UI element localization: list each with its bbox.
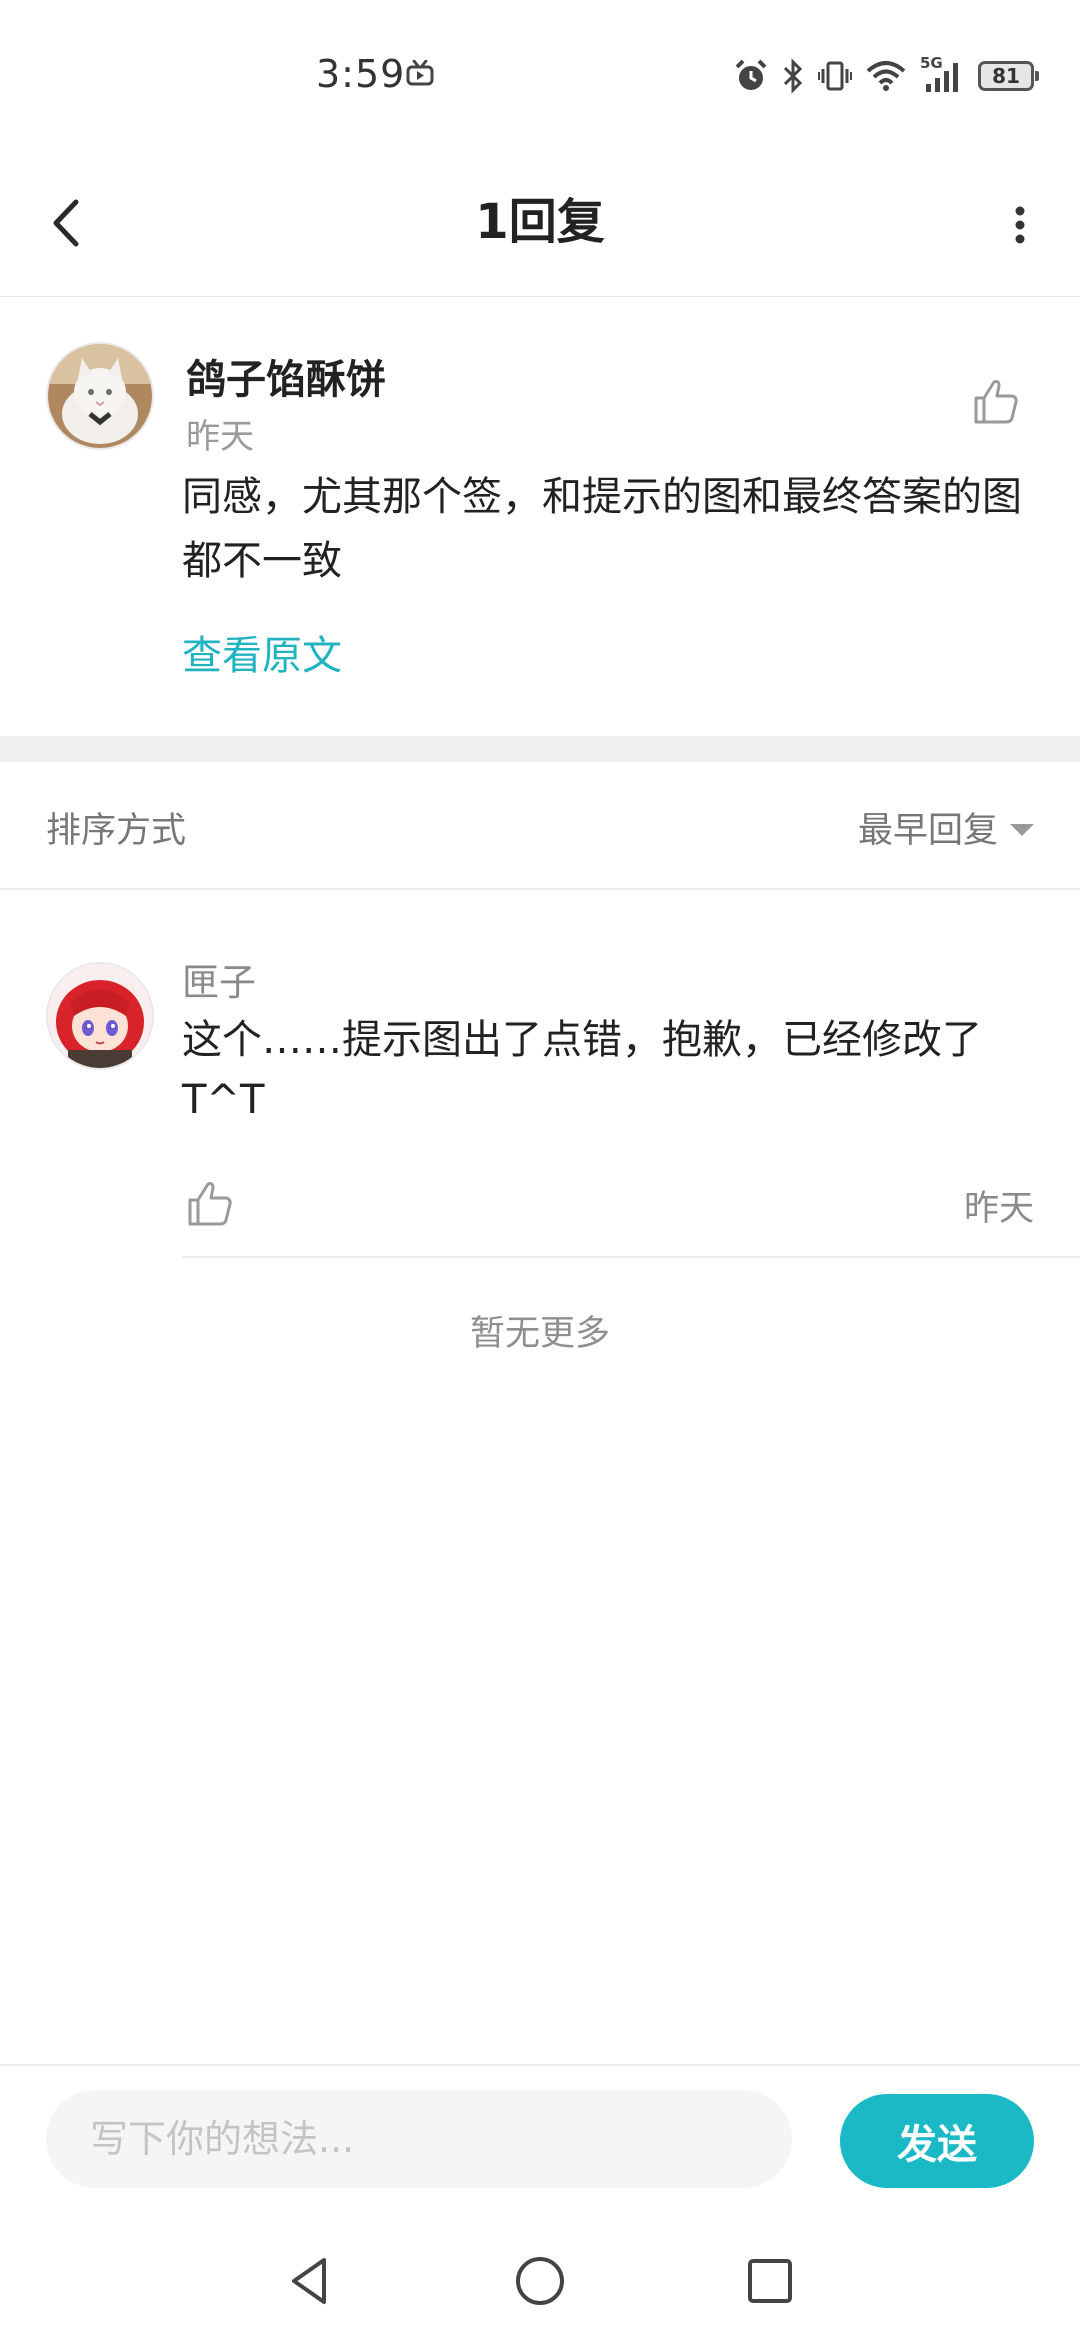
- alarm-icon: [735, 59, 767, 90]
- section-divider: [0, 736, 1080, 762]
- list-end-label: 暂无更多: [469, 1314, 610, 1354]
- reply-time: 昨天: [963, 1189, 1034, 1229]
- comment-composer: 发送: [0, 2064, 1080, 2218]
- avatar[interactable]: [46, 342, 154, 450]
- nav-home-icon[interactable]: [505, 2246, 575, 2316]
- page-title: 1回复: [475, 194, 605, 250]
- vibrate-icon: [818, 61, 852, 91]
- nav-back-icon[interactable]: [274, 2246, 344, 2316]
- battery-indicator: 81: [978, 61, 1039, 91]
- reply-content: 这个……提示图出了点错，抱歉，已经修改了T^T: [182, 1017, 982, 1123]
- comment-input[interactable]: [46, 2090, 792, 2188]
- wifi-icon: [866, 61, 906, 91]
- more-vertical-icon[interactable]: [990, 190, 1050, 260]
- status-bar: 3:59 5G 81: [0, 0, 1080, 150]
- tv-icon: [406, 60, 434, 86]
- bluetooth-icon: [783, 58, 803, 94]
- status-icons: 5G 81: [734, 54, 1039, 96]
- status-time: 3:59: [316, 52, 406, 96]
- system-navigation-bar: [0, 2216, 1080, 2340]
- comment-content: 同感，尤其那个签，和提示的图和最终答案的图都不一致: [182, 474, 1022, 584]
- thumbs-up-icon[interactable]: [182, 1176, 238, 1232]
- send-button[interactable]: 发送: [840, 2094, 1034, 2188]
- nav-recents-icon[interactable]: [735, 2246, 805, 2316]
- thumbs-up-icon[interactable]: [968, 374, 1024, 430]
- anime-avatar-image: [48, 964, 152, 1068]
- original-comment: 鸽子馅酥饼 昨天 同感，尤其那个签，和提示的图和最终答案的图都不一致 查看原文: [0, 297, 1080, 737]
- comment-author[interactable]: 鸽子馅酥饼: [186, 347, 386, 405]
- comment-time: 昨天: [186, 417, 254, 457]
- view-original-link[interactable]: 查看原文: [182, 623, 342, 681]
- sort-bar: 排序方式 最早回复: [0, 762, 1080, 890]
- sort-selected-value: 最早回复: [857, 811, 998, 851]
- sort-label: 排序方式: [46, 811, 187, 851]
- back-arrow-icon[interactable]: [40, 188, 100, 258]
- cell-signal-icon: 5G: [920, 54, 964, 94]
- reply-item: 匣子 这个……提示图出了点错，抱歉，已经修改了T^T 昨天: [0, 890, 1080, 1260]
- reply-divider: [182, 1256, 1080, 1258]
- sort-dropdown[interactable]: 最早回复: [858, 802, 1034, 853]
- cat-avatar-image: [48, 344, 152, 448]
- reply-author[interactable]: 匣子: [182, 952, 256, 1006]
- caret-down-icon: [1010, 823, 1034, 836]
- avatar[interactable]: [46, 962, 154, 1070]
- top-app-bar: 1回复: [0, 150, 1080, 297]
